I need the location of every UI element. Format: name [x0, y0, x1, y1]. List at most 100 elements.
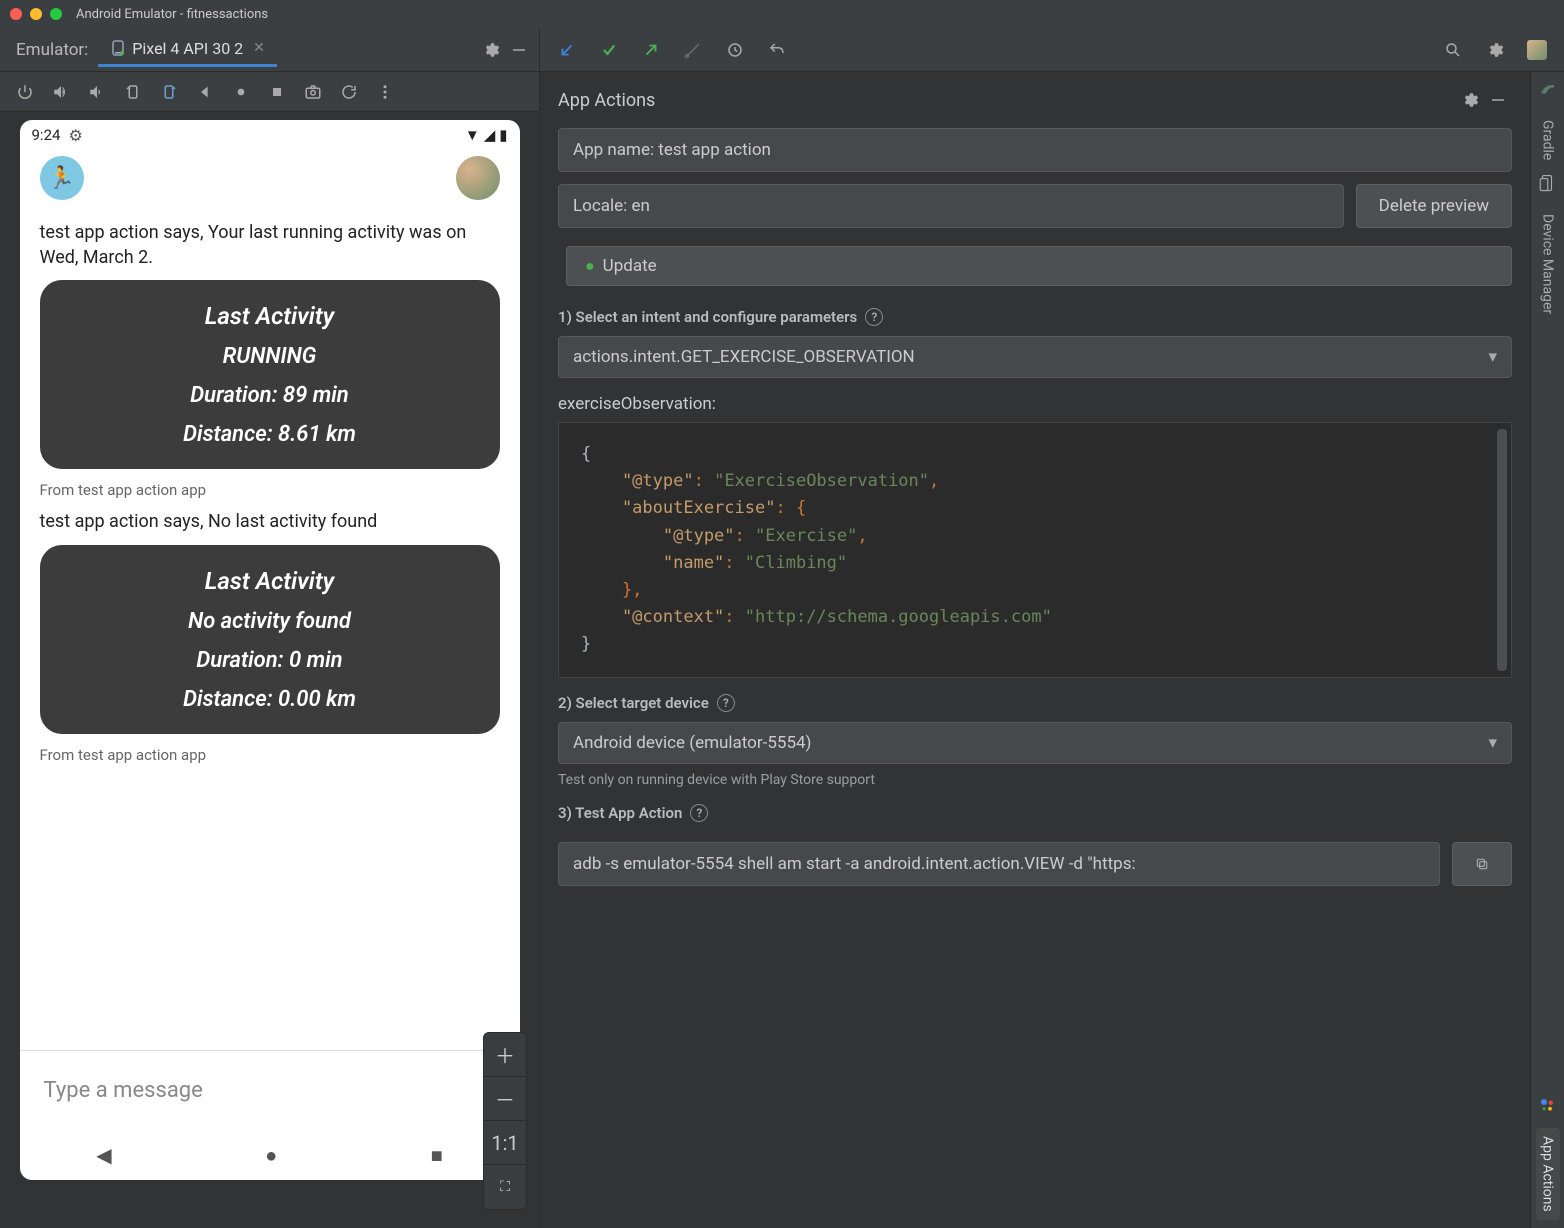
- clock-text: 9:24: [32, 126, 61, 144]
- device-manager-tab[interactable]: Device Manager: [1536, 206, 1560, 322]
- panel-gear-icon[interactable]: [1456, 86, 1484, 114]
- message-input[interactable]: Type a message: [44, 1078, 203, 1103]
- card-activity-type: RUNNING: [70, 344, 470, 369]
- window-close-button[interactable]: [10, 8, 22, 20]
- adb-command-value: adb -s emulator-5554 shell am start -a a…: [573, 854, 1136, 874]
- assistant-message: test app action says, Your last running …: [40, 220, 500, 270]
- help-icon[interactable]: ?: [717, 694, 735, 712]
- panel-minimize-icon[interactable]: [1484, 86, 1512, 114]
- wifi-icon: ▼: [465, 126, 480, 144]
- rotate-left-icon[interactable]: [116, 75, 150, 109]
- window-titlebar: Android Emulator - fitnessactions: [0, 0, 1564, 28]
- volume-down-icon[interactable]: [80, 75, 114, 109]
- intent-selected-value: actions.intent.GET_EXERCISE_OBSERVATION: [573, 347, 915, 367]
- step-out-icon[interactable]: [634, 33, 668, 67]
- window-title: Android Emulator - fitnessactions: [76, 7, 268, 22]
- update-label: Update: [603, 256, 657, 276]
- profile-avatar[interactable]: [456, 156, 500, 200]
- zoom-full-button[interactable]: ⛶: [484, 1165, 526, 1209]
- delete-preview-button[interactable]: Delete preview: [1356, 184, 1512, 228]
- screenshot-icon[interactable]: [296, 75, 330, 109]
- copy-button[interactable]: [1452, 842, 1512, 886]
- check-icon: ●: [585, 256, 595, 276]
- device-manager-side-icon: [1538, 174, 1558, 194]
- search-icon[interactable]: [1436, 33, 1470, 67]
- chevron-down-icon: ▾: [1488, 347, 1497, 367]
- battery-icon: ▮: [499, 126, 507, 144]
- window-minimize-button[interactable]: [30, 8, 42, 20]
- close-tab-icon[interactable]: ✕: [253, 40, 265, 56]
- chevron-down-icon: ▾: [1488, 733, 1497, 753]
- assistant-side-icon: [1538, 1096, 1558, 1116]
- step2-label: 2) Select target device: [558, 694, 709, 712]
- zoom-controls: ＋ － 1:1 ⛶: [483, 1032, 527, 1210]
- zoom-out-button[interactable]: －: [484, 1077, 526, 1121]
- minimize-icon[interactable]: [505, 36, 533, 64]
- activity-card[interactable]: Last Activity No activity found Duration…: [40, 545, 500, 734]
- history-icon[interactable]: [718, 33, 752, 67]
- running-app-icon: 🏃: [40, 156, 84, 200]
- gear-icon[interactable]: [477, 36, 505, 64]
- app-name-field[interactable]: App name: test app action: [558, 128, 1512, 172]
- window-maximize-button[interactable]: [50, 8, 62, 20]
- back-icon[interactable]: [188, 75, 222, 109]
- card-source-label: From test app action app: [40, 481, 500, 499]
- assistant-message: test app action says, No last activity f…: [40, 509, 500, 534]
- step1-label: 1) Select an intent and configure parame…: [558, 308, 857, 326]
- panel-title: App Actions: [558, 90, 655, 111]
- intent-dropdown[interactable]: actions.intent.GET_EXERCISE_OBSERVATION …: [558, 336, 1512, 378]
- phone-screen[interactable]: 9:24 ⚙ ▼ ◢ ▮ 🏃 test app action says, You…: [20, 120, 520, 1180]
- rotate-right-icon[interactable]: [152, 75, 186, 109]
- settings-icon[interactable]: [1478, 33, 1512, 67]
- device-hint-text: Test only on running device with Play St…: [558, 772, 1512, 788]
- emulator-tab-label: Pixel 4 API 30 2: [132, 39, 243, 58]
- signal-icon: ◢: [484, 126, 496, 144]
- side-toolbar: Gradle Device Manager App Actions: [1530, 72, 1564, 1228]
- step3-label: 3) Test App Action: [558, 804, 682, 822]
- emulator-label: Emulator:: [6, 40, 98, 60]
- scrollbar[interactable]: [1497, 429, 1507, 671]
- zoom-in-button[interactable]: ＋: [484, 1033, 526, 1077]
- zoom-fit-button[interactable]: 1:1: [484, 1121, 526, 1165]
- power-icon[interactable]: [8, 75, 42, 109]
- card-heading: Last Activity: [70, 302, 470, 330]
- activity-card[interactable]: Last Activity RUNNING Duration: 89 min D…: [40, 280, 500, 469]
- emulator-panel: Emulator: Pixel 4 API 30 2 ✕: [0, 28, 540, 1228]
- card-activity-type: No activity found: [70, 609, 470, 634]
- update-button[interactable]: ● Update: [566, 246, 1512, 286]
- app-actions-panel: App Actions App name: test app action Lo…: [540, 72, 1530, 1228]
- emulator-tab[interactable]: Pixel 4 API 30 2 ✕: [98, 33, 277, 67]
- target-device-dropdown[interactable]: Android device (emulator-5554) ▾: [558, 722, 1512, 764]
- attach-debugger-icon[interactable]: [676, 33, 710, 67]
- help-icon[interactable]: ?: [865, 308, 883, 326]
- nav-back-icon[interactable]: ◀: [96, 1143, 111, 1167]
- card-source-label: From test app action app: [40, 746, 500, 764]
- card-duration: Duration: 0 min: [70, 648, 470, 673]
- apply-changes-icon[interactable]: [592, 33, 626, 67]
- locale-field[interactable]: Locale: en: [558, 184, 1344, 228]
- device-icon: [110, 40, 126, 56]
- step-into-icon[interactable]: [550, 33, 584, 67]
- more-icon[interactable]: [368, 75, 402, 109]
- nav-home-icon[interactable]: ●: [265, 1143, 277, 1168]
- card-heading: Last Activity: [70, 567, 470, 595]
- undo-icon[interactable]: [760, 33, 794, 67]
- parameter-label: exerciseObservation:: [558, 394, 1512, 414]
- adb-command-field[interactable]: adb -s emulator-5554 shell am start -a a…: [558, 842, 1440, 886]
- record-refresh-icon[interactable]: [332, 75, 366, 109]
- app-name-value: App name: test app action: [573, 140, 771, 160]
- device-selected-value: Android device (emulator-5554): [573, 733, 811, 753]
- overview-square-icon[interactable]: [260, 75, 294, 109]
- nav-overview-icon[interactable]: ■: [431, 1143, 443, 1168]
- profile-picture-icon[interactable]: [1520, 33, 1554, 67]
- volume-up-icon[interactable]: [44, 75, 78, 109]
- card-distance: Distance: 8.61 km: [70, 422, 470, 447]
- gradle-tab[interactable]: Gradle: [1536, 112, 1560, 168]
- help-icon[interactable]: ?: [690, 804, 708, 822]
- json-parameter-editor[interactable]: { "@type": "ExerciseObservation", "about…: [558, 422, 1512, 678]
- home-dot-icon[interactable]: [224, 75, 258, 109]
- app-actions-tab[interactable]: App Actions: [1536, 1128, 1560, 1220]
- delete-preview-label: Delete preview: [1379, 196, 1489, 216]
- copy-icon: [1475, 856, 1489, 872]
- card-duration: Duration: 89 min: [70, 383, 470, 408]
